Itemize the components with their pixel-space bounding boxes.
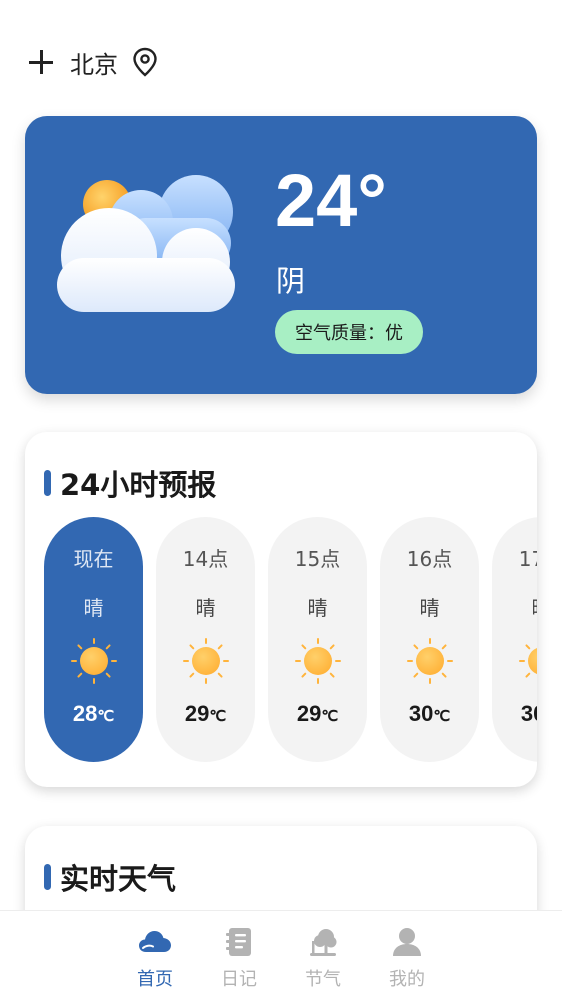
hour-time: 15点	[294, 547, 341, 571]
hourly-forecast-card: 24小时预报 现在 晴 28℃ 14点 晴 29℃ 15点 晴 29℃ 16点 …	[25, 432, 537, 787]
sun-icon	[518, 644, 537, 678]
hour-time: 14点	[182, 547, 229, 571]
title-accent-bar	[44, 470, 51, 496]
tab-solar-terms[interactable]: 节气	[281, 911, 365, 1000]
hour-temp: 28℃	[73, 701, 114, 727]
hour-condition: 晴	[532, 592, 538, 621]
city-name[interactable]: 北京	[70, 45, 118, 80]
sun-ray	[524, 644, 530, 650]
cloud-icon	[139, 931, 171, 952]
sun-ray	[441, 672, 447, 678]
sun-ray	[441, 644, 447, 650]
sun-ray	[105, 644, 111, 650]
hourly-list[interactable]: 现在 晴 28℃ 14点 晴 29℃ 15点 晴 29℃ 16点 晴 30℃ 1…	[44, 517, 537, 762]
sun-disc	[527, 647, 537, 675]
sun-icon	[294, 638, 341, 684]
hour-temp-unit: ℃	[97, 708, 115, 725]
sun-ray	[188, 672, 194, 678]
sun-ray	[188, 644, 194, 650]
sun-ray	[524, 672, 530, 678]
hour-temp: 30℃	[521, 701, 537, 727]
sun-ray	[300, 672, 306, 678]
sun-ray	[76, 644, 82, 650]
sun-ray	[412, 644, 418, 650]
sun-disc	[79, 647, 108, 675]
cloud-sun-icon	[57, 175, 235, 312]
current-weather-card: 24° 阴 空气质量：优	[25, 116, 537, 394]
sun-disc	[191, 647, 220, 675]
hour-temp-value: 30	[408, 701, 434, 726]
sun-icon	[70, 638, 117, 684]
user-icon	[393, 928, 421, 956]
hour-temp-unit: ℃	[321, 708, 339, 725]
hour-temp-value: 28	[72, 701, 98, 726]
tab-diary[interactable]: 日记	[197, 911, 281, 1000]
tab-profile[interactable]: 我的	[365, 911, 449, 1000]
tab-label: 日记	[221, 969, 257, 990]
hour-temp: 30℃	[409, 701, 450, 727]
sun-ray	[412, 672, 418, 678]
sun-ray	[300, 644, 306, 650]
sun-ray	[105, 672, 111, 678]
tab-home[interactable]: 首页	[113, 911, 197, 1000]
sun-disc	[415, 647, 444, 675]
hour-time: 16点	[406, 547, 453, 571]
hour-temp: 29℃	[297, 701, 338, 727]
hour-condition: 晴	[195, 596, 216, 620]
hour-temp: 29℃	[185, 701, 226, 727]
sun-ray	[76, 672, 82, 678]
hour-item[interactable]: 16点 晴 30℃	[380, 517, 479, 762]
air-quality-badge: 空气质量：优	[275, 310, 423, 354]
sun-ray	[217, 672, 223, 678]
hour-temp-value: 30	[520, 701, 537, 726]
bottom-tab-bar: 首页 日记 节气 我的	[0, 910, 562, 1000]
sun-ray	[217, 644, 223, 650]
top-bar: 北京	[28, 44, 158, 80]
sun-ray	[329, 672, 335, 678]
plus-icon[interactable]	[28, 49, 54, 75]
hour-item[interactable]: 14点 晴 29℃	[156, 517, 255, 762]
hour-temp-value: 29	[184, 701, 210, 726]
current-temperature: 24°	[275, 159, 387, 242]
current-condition: 阴	[276, 264, 306, 298]
notebook-icon	[226, 928, 251, 956]
realtime-title: 实时天气	[60, 862, 177, 896]
hour-temp-unit: ℃	[433, 708, 451, 725]
hour-temp-unit: ℃	[209, 708, 227, 725]
sun-disc	[303, 647, 332, 675]
sun-icon	[406, 638, 453, 684]
hour-item[interactable]: 15点 晴 29℃	[268, 517, 367, 762]
hour-condition: 晴	[419, 596, 440, 620]
hour-temp-value: 29	[296, 701, 322, 726]
tab-label: 节气	[305, 969, 341, 990]
tab-label: 首页	[137, 969, 173, 990]
hour-item[interactable]: 现在 晴 28℃	[44, 517, 143, 762]
sun-ray	[329, 644, 335, 650]
hour-time: 现在	[73, 547, 114, 571]
tree-icon	[310, 929, 337, 956]
hour-item[interactable]: 17点 晴 30℃	[492, 517, 537, 762]
sun-icon	[182, 638, 229, 684]
hour-condition: 晴	[83, 596, 104, 620]
section-title: 实时天气	[44, 856, 176, 898]
location-pin-icon[interactable]	[132, 47, 158, 77]
title-accent-bar	[44, 864, 51, 890]
hour-time: 17点	[518, 547, 537, 571]
tab-label: 我的	[389, 969, 425, 990]
section-title: 24小时预报	[44, 462, 216, 504]
forecast-title: 24小时预报	[60, 468, 217, 502]
hour-condition: 晴	[307, 596, 328, 620]
